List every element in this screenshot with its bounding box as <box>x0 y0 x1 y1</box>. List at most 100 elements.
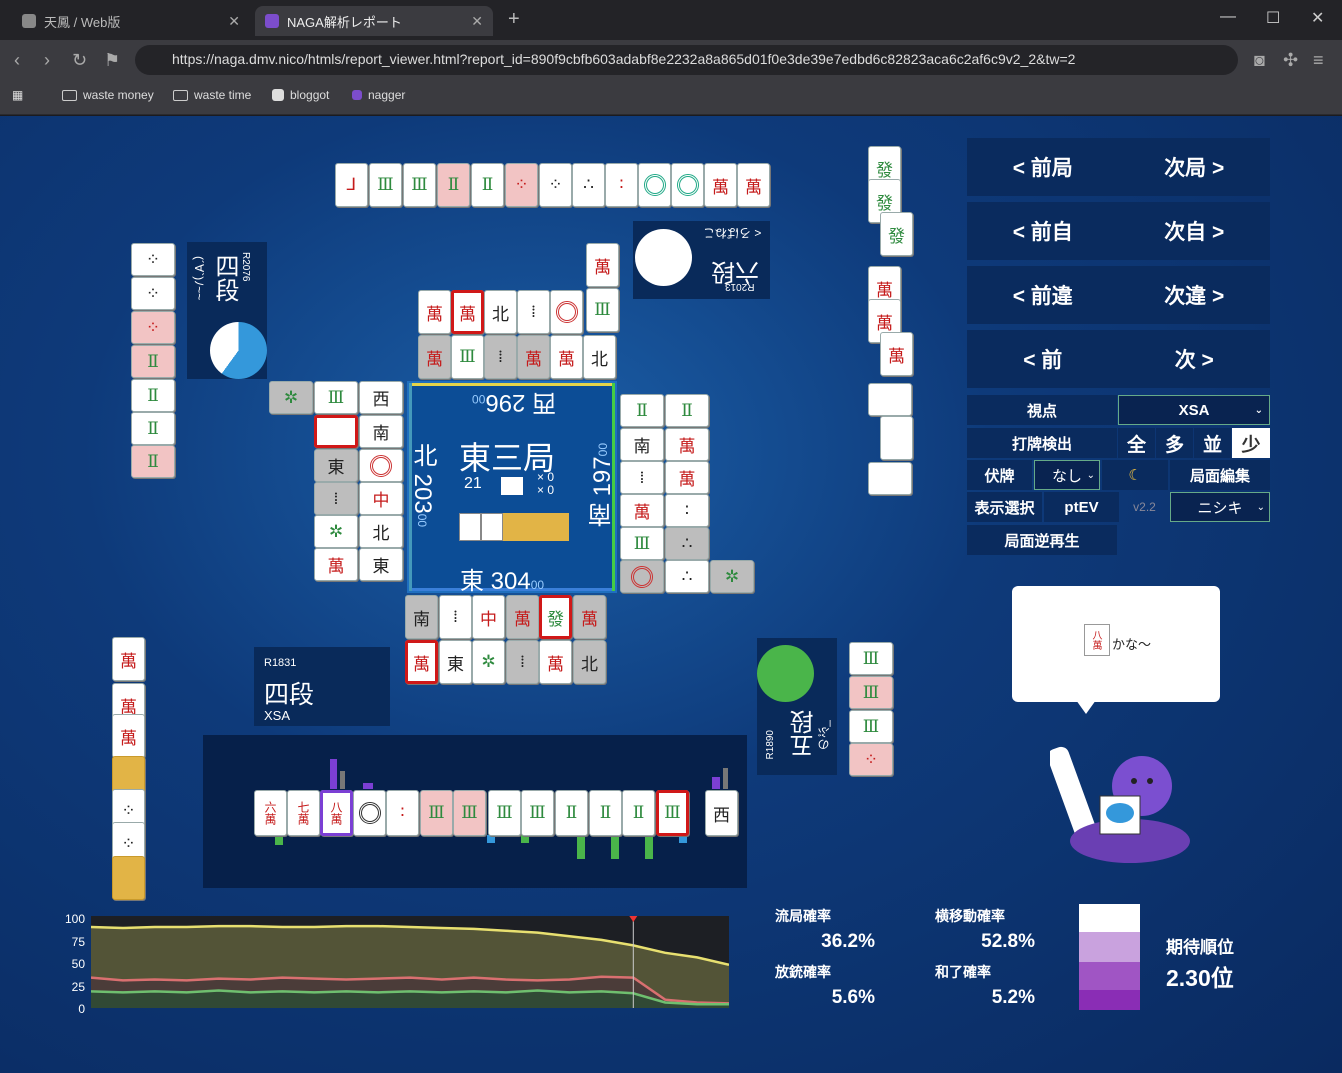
apps-icon[interactable]: ▦ <box>12 88 23 102</box>
address-bar[interactable]: https://naga.dmv.nico/htmls/report_viewe… <box>135 45 1238 75</box>
tile: ⁞ <box>484 335 517 379</box>
maximize-icon[interactable]: ☐ <box>1266 8 1280 28</box>
tab-tenhou[interactable]: 天鳳 / Web版 ✕ <box>12 6 250 36</box>
bookmark-bloggot[interactable]: bloggot <box>272 88 329 102</box>
bookmark-label: bloggot <box>290 88 330 102</box>
hand-tile[interactable]: Ⅲ <box>656 790 689 836</box>
ev-bar <box>577 835 585 859</box>
tile: 萬 <box>737 163 770 207</box>
edit-board-button[interactable]: 局面編集 <box>1170 460 1270 490</box>
south-score-sub: 00 <box>596 443 610 457</box>
ptev-button[interactable]: ptEV <box>1044 492 1119 522</box>
viewpoint-label: 視点 <box>967 395 1117 425</box>
back-icon[interactable]: ‹ <box>14 50 20 71</box>
detect-few-button[interactable]: 少 <box>1232 428 1270 458</box>
hand-tile[interactable]: Ⅲ <box>420 790 453 836</box>
tile: 萬 <box>586 243 619 287</box>
tile: ✲ <box>269 381 313 414</box>
tile: 萬 <box>517 335 550 379</box>
dora-tile <box>459 513 481 541</box>
hand-tile[interactable]: Ⅲ <box>521 790 554 836</box>
tile: 中 <box>359 482 403 515</box>
tile: 萬 <box>550 335 583 379</box>
bookmark-nagger[interactable]: nagger <box>352 88 405 102</box>
hand-tile[interactable]: Ⅲ <box>453 790 486 836</box>
hand-tile[interactable]: 七萬 <box>287 790 320 836</box>
y-tick: 25 <box>71 979 85 994</box>
tile: 西 <box>359 381 403 414</box>
tile: 北 <box>583 335 616 379</box>
naga-report-viewer: ⅃ Ⅲ Ⅲ Ⅱ Ⅱ ⁘ ⁘ ∴ ∶ 萬 萬 萬 Ⅲ 萬 萬 北 ⁞ 萬 Ⅲ ⁞ … <box>0 116 1342 1073</box>
ryukyoku-label: 流局確率 <box>775 908 831 924</box>
hand-tile[interactable]: Ⅱ <box>555 790 588 836</box>
hand-tile[interactable]: Ⅲ <box>488 790 521 836</box>
puzzle-icon[interactable]: ✣ <box>1283 50 1298 71</box>
tile: Ⅱ <box>131 412 175 445</box>
next-button[interactable]: 次 > <box>1175 344 1214 374</box>
display-select-button[interactable]: 表示選択 <box>967 492 1042 522</box>
tile: ⁘ <box>131 243 175 276</box>
tile: 萬 <box>112 714 145 758</box>
prev-button[interactable]: < 前 <box>1023 344 1062 374</box>
hand-tile[interactable]: Ⅱ <box>589 790 622 836</box>
hand-tile[interactable]: Ⅱ <box>622 790 655 836</box>
tile: Ⅱ <box>665 394 709 427</box>
detect-many-button[interactable]: 多 <box>1156 428 1193 458</box>
bookmark-waste-time[interactable]: waste time <box>173 88 251 102</box>
close-window-icon[interactable]: ✕ <box>1311 8 1324 28</box>
hand-tile[interactable] <box>353 790 386 836</box>
tile-back <box>112 856 145 900</box>
extension-icon[interactable]: ◙ <box>1254 50 1265 71</box>
tile: Ⅱ <box>131 379 175 412</box>
chart-y-axis: 100 75 50 25 0 <box>55 908 85 1021</box>
hide-select[interactable]: なし ⌄ <box>1034 460 1100 490</box>
moon-icon[interactable]: ☾ <box>1102 460 1168 490</box>
hand-tile[interactable]: ∶ <box>386 790 419 836</box>
new-tab-icon[interactable]: + <box>508 8 520 31</box>
reverse-play-button[interactable]: 局面逆再生 <box>967 525 1117 555</box>
tile: ⁞ <box>506 640 539 684</box>
menu-icon[interactable]: ≡ <box>1313 50 1324 71</box>
rank-3-bar <box>1079 962 1140 990</box>
south-score: 南 19700 <box>585 443 620 527</box>
tile: Ⅲ <box>369 163 402 207</box>
bookmark-waste-money[interactable]: waste money <box>62 88 154 102</box>
tile: 北 <box>484 290 517 334</box>
top-player-pie <box>635 229 692 286</box>
prev-diff-button[interactable]: < 前違 <box>1013 280 1073 310</box>
chevron-down-icon: ⌄ <box>1256 501 1265 513</box>
y-tick: 100 <box>64 912 85 926</box>
viewpoint-select[interactable]: XSA ⌄ <box>1118 395 1270 425</box>
tile: ✲ <box>314 515 358 548</box>
url-text: https://naga.dmv.nico/htmls/report_viewe… <box>172 51 1076 67</box>
forward-icon[interactable]: › <box>44 50 50 71</box>
tab-naga[interactable]: NAGA解析レポート ✕ <box>255 6 493 36</box>
prev-round-button[interactable]: < 前局 <box>1013 152 1073 182</box>
right-player-panel: 五段 のぶ_ R1890 <box>757 638 837 775</box>
tile: ⁘ <box>539 163 572 207</box>
bookmark-bar: ▦ waste money waste time bloggot nagger <box>0 80 1342 115</box>
close-tab-icon[interactable]: ✕ <box>471 13 483 30</box>
next-round-button[interactable]: 次局 > <box>1164 152 1224 182</box>
right-player-rate: R1890 <box>765 730 776 760</box>
next-self-button[interactable]: 次自 > <box>1164 216 1224 246</box>
yoko-label: 横移動確率 <box>935 908 1005 924</box>
minimize-icon[interactable]: — <box>1220 8 1236 26</box>
reload-icon[interactable]: ↻ <box>72 50 87 71</box>
bookmark-icon[interactable]: ⚑ <box>104 50 120 71</box>
counter-b: × 0 <box>537 483 555 497</box>
drawn-tile[interactable]: 西 <box>705 790 738 836</box>
next-diff-button[interactable]: 次違 > <box>1164 280 1224 310</box>
close-tab-icon[interactable]: ✕ <box>228 13 240 30</box>
prev-self-button[interactable]: < 前自 <box>1013 216 1073 246</box>
probability-chart[interactable] <box>91 916 729 1008</box>
tenhou-favicon-icon <box>22 14 36 28</box>
policy-bar <box>712 777 720 789</box>
model-select[interactable]: ニシキ ⌄ <box>1170 492 1270 522</box>
navigation-bar: ‹ › ↻ ⚑ https://naga.dmv.nico/htmls/repo… <box>0 40 1342 80</box>
hand-tile[interactable]: 六萬 <box>254 790 287 836</box>
detect-normal-button[interactable]: 並 <box>1194 428 1231 458</box>
detect-all-button[interactable]: 全 <box>1118 428 1155 458</box>
hand-tile[interactable]: 八萬 <box>320 790 353 836</box>
hand-tile-label: 八萬 <box>329 801 343 825</box>
